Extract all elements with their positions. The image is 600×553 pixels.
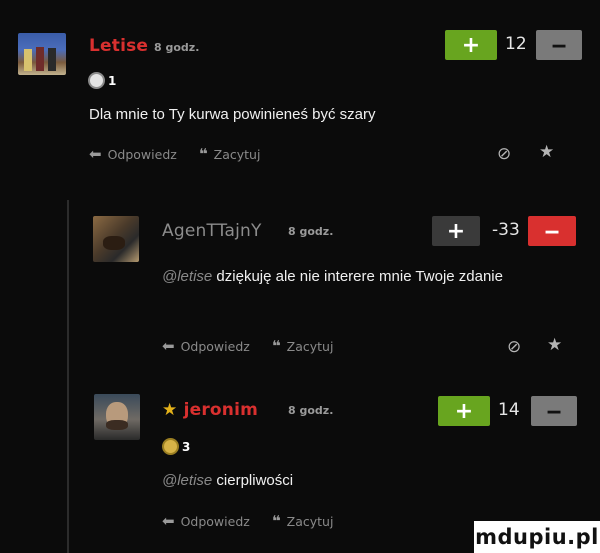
star-icon[interactable]: ★: [547, 335, 562, 355]
quote-link[interactable]: Zacytuj: [214, 147, 261, 162]
site-watermark: mdupiu.pl: [474, 521, 600, 553]
user-mention[interactable]: @letise: [162, 472, 212, 489]
comment-text: Dla mnie to Ty kurwa powinieneś być szar…: [89, 104, 489, 126]
username[interactable]: ★ jeronim: [162, 400, 258, 420]
avatar[interactable]: [94, 394, 140, 440]
upvote-button[interactable]: +: [445, 30, 497, 60]
quote-link[interactable]: Zacytuj: [287, 514, 334, 529]
comment-body: cierpliwości: [216, 472, 294, 489]
comment-body: Dla mnie to Ty kurwa powinieneś być szar…: [89, 106, 376, 123]
comment-time: 8 godz.: [288, 225, 334, 238]
star-icon[interactable]: ★: [539, 142, 554, 162]
vote-score: 12: [505, 34, 527, 54]
user-mention[interactable]: @letise: [162, 268, 212, 285]
reply-link[interactable]: Odpowiedz: [181, 339, 250, 354]
comment-actions: ⬅ Odpowiedz ❝ Zacytuj: [89, 145, 260, 163]
comment-text: @letise cierpliwości: [162, 470, 462, 492]
medal-icon: [162, 438, 179, 455]
username-label[interactable]: jeronim: [184, 400, 258, 420]
reply-arrow-icon: ⬅: [89, 145, 102, 163]
no-notify-icon[interactable]: ⊘: [497, 144, 511, 164]
star-icon: ★: [162, 400, 178, 420]
username[interactable]: AgenTTajnY: [162, 221, 262, 241]
badge-count: 3: [182, 440, 191, 454]
reply-thread-line: [67, 200, 69, 553]
vote-score: 14: [498, 400, 520, 420]
medal-icon: [88, 72, 105, 89]
comment-actions: ⬅ Odpowiedz ❝ Zacytuj: [162, 337, 333, 355]
downvote-button[interactable]: ‒: [536, 30, 582, 60]
username[interactable]: Letise: [89, 36, 148, 56]
avatar[interactable]: [18, 33, 66, 75]
badge-count: 1: [108, 74, 117, 88]
comment-time: 8 godz.: [154, 41, 200, 54]
comment-text: @letise dziękuję ale nie interere mnie T…: [162, 266, 557, 288]
reply-arrow-icon: ⬅: [162, 512, 175, 530]
comment-time: 8 godz.: [288, 404, 334, 417]
avatar[interactable]: [93, 216, 139, 262]
downvote-button[interactable]: ‒: [531, 396, 577, 426]
reply-link[interactable]: Odpowiedz: [108, 147, 177, 162]
quote-icon: ❝: [271, 337, 281, 355]
reply-link[interactable]: Odpowiedz: [181, 514, 250, 529]
reply-arrow-icon: ⬅: [162, 337, 175, 355]
downvote-button[interactable]: ‒: [528, 216, 576, 246]
comment-actions: ⬅ Odpowiedz ❝ Zacytuj: [162, 512, 333, 530]
comment-body: dziękuję ale nie interere mnie Twoje zda…: [216, 268, 503, 285]
upvote-button[interactable]: +: [432, 216, 480, 246]
quote-link[interactable]: Zacytuj: [287, 339, 334, 354]
quote-icon: ❝: [271, 512, 281, 530]
no-notify-icon[interactable]: ⊘: [507, 337, 521, 357]
quote-icon: ❝: [198, 145, 208, 163]
vote-score: -33: [492, 220, 520, 240]
upvote-button[interactable]: +: [438, 396, 490, 426]
